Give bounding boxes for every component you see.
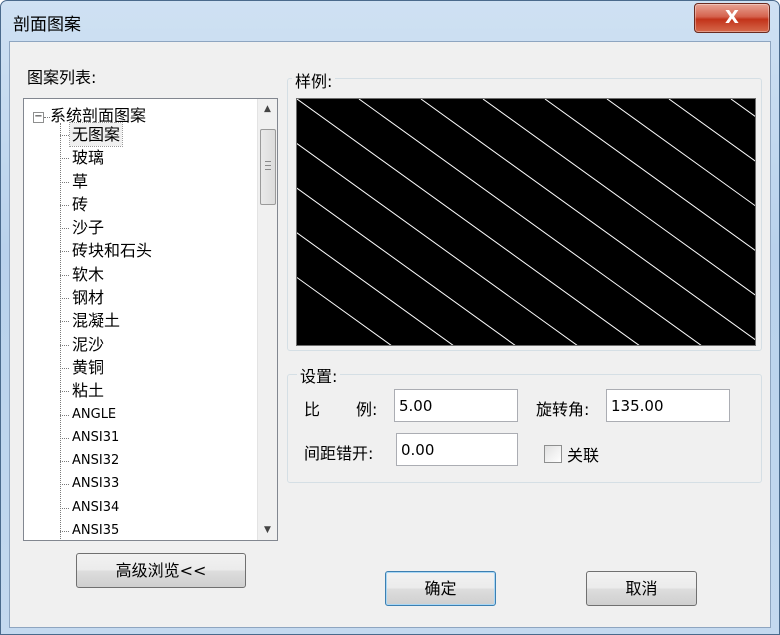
associate-label[interactable]: 关联 (567, 442, 599, 466)
pattern-item-label: 沙子 (72, 218, 105, 238)
hatch-line (297, 143, 578, 345)
pattern-item-label: 软木 (72, 264, 105, 284)
pattern-item-label: 玻璃 (72, 148, 105, 168)
hatch-line (358, 99, 702, 345)
scroll-up-arrow-icon[interactable]: ▲ (258, 99, 277, 119)
dialog-title: 剖面图案 (13, 15, 81, 35)
pattern-item-label: ANSI32 (72, 453, 120, 469)
grip-icon (265, 161, 271, 173)
hatch-pattern-dialog: 剖面图案 X 图案列表: − 系统剖面图案 无图案 玻璃草砖沙子 砖块和石头 软木 钢材… (0, 0, 780, 635)
pattern-item[interactable]: 混凝土 (60, 309, 154, 332)
pattern-item[interactable]: ANSI33 (60, 472, 154, 495)
pattern-item[interactable]: 钢材 (60, 286, 154, 309)
pattern-item-label: ANSI34 (72, 499, 120, 515)
pattern-item[interactable]: ANSI31 (60, 426, 154, 449)
scroll-thumb[interactable] (260, 129, 276, 205)
tree-scrollbar[interactable]: ▲ ▼ (257, 99, 277, 540)
collapse-icon[interactable]: − (33, 112, 44, 123)
pattern-item[interactable]: 无图案 (60, 121, 154, 148)
pattern-item-label: 砖块和石头 (72, 241, 153, 261)
title-bar[interactable]: 剖面图案 X (1, 1, 779, 41)
pattern-item-label: 无图案 (68, 121, 124, 148)
pattern-item-label: 钢材 (72, 288, 105, 308)
pattern-item-label: ANGLE (72, 406, 117, 422)
pattern-item-label: ANSI31 (72, 429, 120, 445)
pattern-item[interactable]: ANSI35 (60, 519, 154, 540)
pattern-item[interactable]: 草 (60, 170, 154, 193)
scroll-down-arrow-icon[interactable]: ▼ (258, 520, 277, 540)
ok-button[interactable]: 确定 (385, 571, 496, 606)
pattern-item[interactable]: 玻璃 (60, 146, 154, 169)
spacing-offset-input[interactable] (396, 433, 518, 466)
pattern-item-label: 混凝土 (72, 311, 121, 331)
pattern-list-label: 图案列表: (27, 68, 97, 87)
pattern-item-label: ANSI35 (72, 523, 120, 539)
pattern-item[interactable]: ANSI32 (60, 449, 154, 472)
pattern-item[interactable]: ANSI34 (60, 496, 154, 519)
pattern-item-label: 粘土 (72, 381, 105, 401)
hatch-preview-lines (297, 99, 755, 345)
pattern-item-label: 黄铜 (72, 357, 105, 377)
scale-label-part1: 比 (304, 400, 321, 419)
pattern-item-label: 草 (72, 171, 89, 191)
pattern-item[interactable]: 黄铜 (60, 356, 154, 379)
pattern-tree[interactable]: − 系统剖面图案 无图案 玻璃草砖沙子 砖块和石头 软木 钢材 混凝土 泥沙 黄铜 粘土 ANGL… (23, 98, 278, 541)
advanced-browse-button[interactable]: 高级浏览<< (76, 553, 246, 588)
scale-input[interactable] (394, 389, 518, 422)
rotation-angle-label: 旋转角: (536, 400, 590, 419)
close-button[interactable]: X (694, 3, 770, 33)
pattern-item[interactable]: 泥沙 (60, 333, 154, 356)
pattern-item-label: 泥沙 (72, 334, 105, 354)
rotation-angle-input[interactable] (606, 389, 730, 422)
pattern-item[interactable]: 砖 (60, 193, 154, 216)
close-icon: X (725, 7, 739, 28)
cancel-button[interactable]: 取消 (586, 571, 697, 606)
pattern-item[interactable]: 砖块和石头 (60, 239, 154, 262)
pattern-item[interactable]: 沙子 (60, 216, 154, 239)
pattern-item-label: ANSI33 (72, 476, 120, 492)
pattern-items: 无图案 玻璃草砖沙子砖块和石头软木钢材混凝土泥沙黄铜粘土 ANGLE ANSI31 AN… (60, 121, 154, 540)
pattern-item[interactable]: ANGLE (60, 403, 154, 426)
pattern-preview (296, 98, 756, 346)
preview-label: 样例: (292, 68, 336, 92)
hatch-line (482, 99, 755, 296)
associate-checkbox[interactable] (544, 445, 562, 463)
hatch-line (297, 99, 640, 345)
scale-label-part2: 例: (356, 400, 378, 419)
pattern-item[interactable]: 粘土 (60, 379, 154, 402)
pattern-item-label: 砖 (72, 194, 89, 214)
hatch-line (730, 99, 755, 117)
settings-label: 设置: (297, 363, 341, 387)
dialog-body: 图案列表: − 系统剖面图案 无图案 玻璃草砖沙子 砖块和石头 软木 钢材 混凝土 泥沙 黄铜… (9, 41, 771, 628)
spacing-offset-label: 间距错开: (304, 444, 374, 463)
hatch-line (606, 99, 755, 207)
hatch-line (297, 232, 454, 345)
pattern-item[interactable]: 软木 (60, 263, 154, 286)
